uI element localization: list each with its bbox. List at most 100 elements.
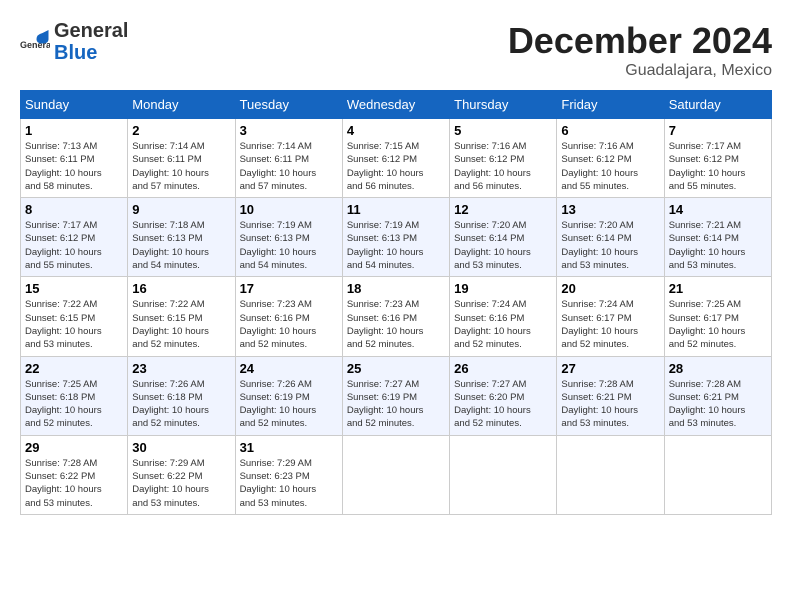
day-info: Sunrise: 7:23 AMSunset: 6:16 PMDaylight:…	[347, 298, 445, 351]
day-number: 1	[25, 123, 123, 138]
day-info: Sunrise: 7:20 AMSunset: 6:14 PMDaylight:…	[561, 219, 659, 272]
calendar-cell: 23 Sunrise: 7:26 AMSunset: 6:18 PMDayligh…	[128, 356, 235, 435]
day-info: Sunrise: 7:28 AMSunset: 6:22 PMDaylight:…	[25, 457, 123, 510]
logo: General General Blue	[20, 20, 128, 64]
calendar-cell: 11Sunrise: 7:19 AMSunset: 6:13 PMDayligh…	[342, 198, 449, 277]
day-info: Sunrise: 7:17 AMSunset: 6:12 PMDaylight:…	[669, 140, 767, 193]
calendar-cell: 4 Sunrise: 7:15 AMSunset: 6:12 PMDaylight…	[342, 119, 449, 198]
calendar-cell: 20 Sunrise: 7:24 AMSunset: 6:17 PMDayligh…	[557, 277, 664, 356]
day-info: Sunrise: 7:20 AMSunset: 6:14 PMDaylight:…	[454, 219, 552, 272]
calendar-cell	[664, 435, 771, 514]
header-day-friday: Friday	[557, 91, 664, 119]
calendar-cell: 5Sunrise: 7:16 AMSunset: 6:12 PMDaylight…	[450, 119, 557, 198]
day-info: Sunrise: 7:26 AMSunset: 6:19 PMDaylight:…	[240, 378, 338, 431]
day-info: Sunrise: 7:17 AMSunset: 6:12 PMDaylight:…	[25, 219, 123, 272]
day-number: 20	[561, 281, 659, 296]
day-info: Sunrise: 7:27 AMSunset: 6:19 PMDaylight:…	[347, 378, 445, 431]
calendar-cell: 18 Sunrise: 7:23 AMSunset: 6:16 PMDayligh…	[342, 277, 449, 356]
day-info: Sunrise: 7:29 AMSunset: 6:22 PMDaylight:…	[132, 457, 230, 510]
day-info: Sunrise: 7:21 AMSunset: 6:14 PMDaylight:…	[669, 219, 767, 272]
day-info: Sunrise: 7:25 AMSunset: 6:18 PMDaylight:…	[25, 378, 123, 431]
calendar-cell: 9Sunrise: 7:18 AMSunset: 6:13 PMDaylight…	[128, 198, 235, 277]
header-day-saturday: Saturday	[664, 91, 771, 119]
day-number: 2	[132, 123, 230, 138]
day-info: Sunrise: 7:22 AMSunset: 6:15 PMDaylight:…	[25, 298, 123, 351]
header-day-wednesday: Wednesday	[342, 91, 449, 119]
calendar-cell: 25 Sunrise: 7:27 AMSunset: 6:19 PMDayligh…	[342, 356, 449, 435]
day-number: 22	[25, 361, 123, 376]
calendar-cell: 2 Sunrise: 7:14 AMSunset: 6:11 PMDaylight…	[128, 119, 235, 198]
day-number: 12	[454, 202, 552, 217]
day-info: Sunrise: 7:27 AMSunset: 6:20 PMDaylight:…	[454, 378, 552, 431]
calendar-cell	[557, 435, 664, 514]
calendar-cell: 17Sunrise: 7:23 AMSunset: 6:16 PMDayligh…	[235, 277, 342, 356]
day-number: 18	[347, 281, 445, 296]
day-number: 26	[454, 361, 552, 376]
month-title: December 2024	[508, 20, 772, 62]
day-number: 27	[561, 361, 659, 376]
calendar-cell: 14 Sunrise: 7:21 AMSunset: 6:14 PMDayligh…	[664, 198, 771, 277]
week-row-2: 15Sunrise: 7:22 AMSunset: 6:15 PMDayligh…	[21, 277, 772, 356]
calendar-cell: 13 Sunrise: 7:20 AMSunset: 6:14 PMDayligh…	[557, 198, 664, 277]
calendar-cell: 19 Sunrise: 7:24 AMSunset: 6:16 PMDayligh…	[450, 277, 557, 356]
logo-text-blue: Blue	[54, 42, 128, 64]
day-number: 13	[561, 202, 659, 217]
calendar-cell: 26 Sunrise: 7:27 AMSunset: 6:20 PMDayligh…	[450, 356, 557, 435]
day-number: 14	[669, 202, 767, 217]
header-day-tuesday: Tuesday	[235, 91, 342, 119]
calendar-table: SundayMondayTuesdayWednesdayThursdayFrid…	[20, 90, 772, 515]
day-info: Sunrise: 7:14 AMSunset: 6:11 PMDaylight:…	[132, 140, 230, 193]
day-number: 10	[240, 202, 338, 217]
day-number: 31	[240, 440, 338, 455]
day-info: Sunrise: 7:14 AMSunset: 6:11 PMDaylight:…	[240, 140, 338, 193]
day-number: 30	[132, 440, 230, 455]
day-info: Sunrise: 7:16 AMSunset: 6:12 PMDaylight:…	[561, 140, 659, 193]
day-info: Sunrise: 7:24 AMSunset: 6:16 PMDaylight:…	[454, 298, 552, 351]
day-number: 8	[25, 202, 123, 217]
day-number: 16	[132, 281, 230, 296]
day-info: Sunrise: 7:13 AMSunset: 6:11 PMDaylight:…	[25, 140, 123, 193]
day-number: 3	[240, 123, 338, 138]
logo-icon: General	[20, 27, 50, 57]
calendar-cell: 15Sunrise: 7:22 AMSunset: 6:15 PMDayligh…	[21, 277, 128, 356]
day-number: 7	[669, 123, 767, 138]
calendar-cell: 10 Sunrise: 7:19 AMSunset: 6:13 PMDayligh…	[235, 198, 342, 277]
calendar-cell: 8 Sunrise: 7:17 AMSunset: 6:12 PMDaylight…	[21, 198, 128, 277]
day-info: Sunrise: 7:16 AMSunset: 6:12 PMDaylight:…	[454, 140, 552, 193]
header-day-monday: Monday	[128, 91, 235, 119]
day-number: 25	[347, 361, 445, 376]
day-info: Sunrise: 7:19 AMSunset: 6:13 PMDaylight:…	[240, 219, 338, 272]
day-number: 4	[347, 123, 445, 138]
week-row-0: 1 Sunrise: 7:13 AMSunset: 6:11 PMDaylight…	[21, 119, 772, 198]
calendar-cell: 30 Sunrise: 7:29 AMSunset: 6:22 PMDayligh…	[128, 435, 235, 514]
day-number: 6	[561, 123, 659, 138]
calendar-cell: 24Sunrise: 7:26 AMSunset: 6:19 PMDayligh…	[235, 356, 342, 435]
calendar-cell: 21Sunrise: 7:25 AMSunset: 6:17 PMDayligh…	[664, 277, 771, 356]
calendar-cell: 28 Sunrise: 7:28 AMSunset: 6:21 PMDayligh…	[664, 356, 771, 435]
day-info: Sunrise: 7:28 AMSunset: 6:21 PMDaylight:…	[561, 378, 659, 431]
day-number: 21	[669, 281, 767, 296]
day-info: Sunrise: 7:28 AMSunset: 6:21 PMDaylight:…	[669, 378, 767, 431]
calendar-body: 1 Sunrise: 7:13 AMSunset: 6:11 PMDaylight…	[21, 119, 772, 515]
day-info: Sunrise: 7:26 AMSunset: 6:18 PMDaylight:…	[132, 378, 230, 431]
day-info: Sunrise: 7:29 AMSunset: 6:23 PMDaylight:…	[240, 457, 338, 510]
calendar-cell: 3 Sunrise: 7:14 AMSunset: 6:11 PMDaylight…	[235, 119, 342, 198]
calendar-cell: 22 Sunrise: 7:25 AMSunset: 6:18 PMDayligh…	[21, 356, 128, 435]
calendar-cell: 16Sunrise: 7:22 AMSunset: 6:15 PMDayligh…	[128, 277, 235, 356]
day-info: Sunrise: 7:15 AMSunset: 6:12 PMDaylight:…	[347, 140, 445, 193]
week-row-1: 8 Sunrise: 7:17 AMSunset: 6:12 PMDaylight…	[21, 198, 772, 277]
calendar-header: SundayMondayTuesdayWednesdayThursdayFrid…	[21, 91, 772, 119]
calendar-cell	[450, 435, 557, 514]
calendar-cell: 1 Sunrise: 7:13 AMSunset: 6:11 PMDaylight…	[21, 119, 128, 198]
day-number: 28	[669, 361, 767, 376]
calendar-cell: 6 Sunrise: 7:16 AMSunset: 6:12 PMDaylight…	[557, 119, 664, 198]
day-info: Sunrise: 7:24 AMSunset: 6:17 PMDaylight:…	[561, 298, 659, 351]
day-number: 11	[347, 202, 445, 217]
day-number: 29	[25, 440, 123, 455]
logo-text-general: General	[54, 20, 128, 42]
calendar-cell: 31 Sunrise: 7:29 AMSunset: 6:23 PMDayligh…	[235, 435, 342, 514]
day-number: 19	[454, 281, 552, 296]
day-number: 9	[132, 202, 230, 217]
day-number: 23	[132, 361, 230, 376]
week-row-4: 29 Sunrise: 7:28 AMSunset: 6:22 PMDayligh…	[21, 435, 772, 514]
